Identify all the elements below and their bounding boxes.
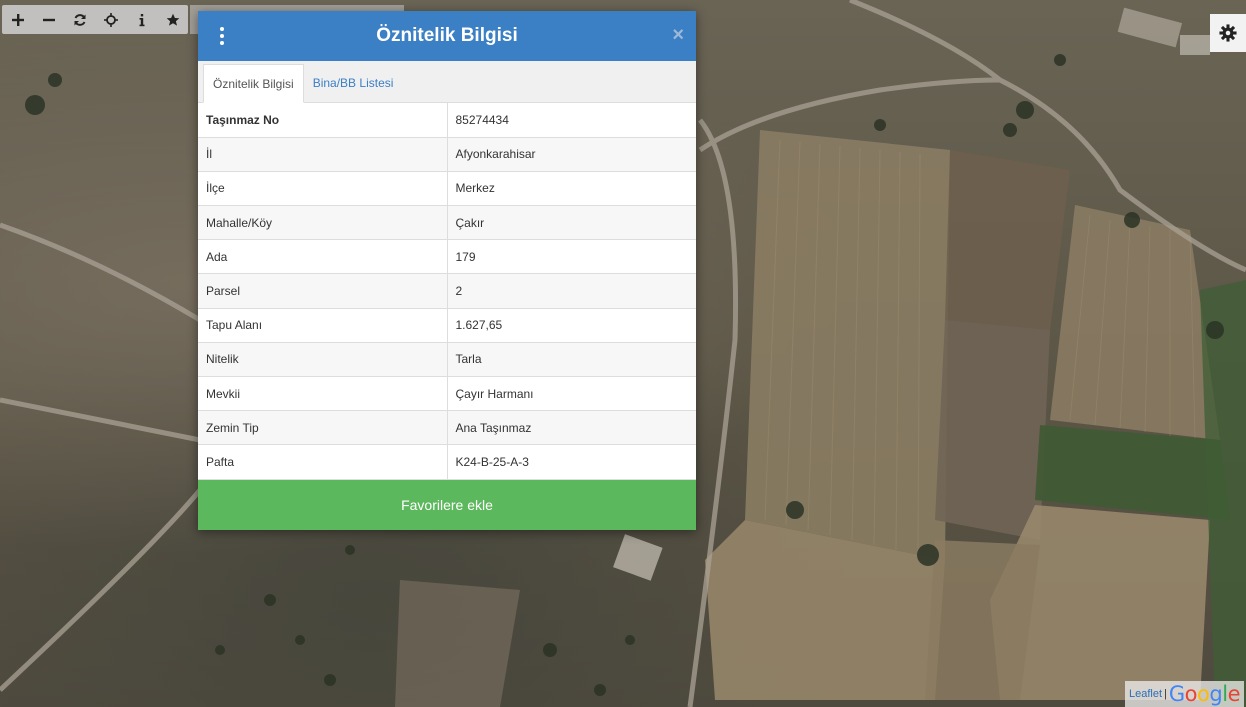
tab-building-list[interactable]: Bina/BB Listesi: [304, 64, 403, 102]
zoom-in-button[interactable]: [2, 5, 33, 34]
table-row: Ada 179: [198, 239, 696, 275]
attribute-key: Parsel: [198, 273, 448, 309]
attribute-value: 2: [447, 273, 696, 309]
table-row: Mevkii Çayır Harmanı: [198, 376, 696, 412]
crosshair-icon: [103, 12, 118, 27]
google-logo-letter: o: [1197, 682, 1210, 706]
attribute-value: 1.627,65: [447, 308, 696, 343]
attribute-key: Mahalle/Köy: [198, 205, 448, 241]
table-row: Taşınmaz No 85274434: [198, 103, 696, 138]
attribute-key: İlçe: [198, 171, 448, 207]
minus-icon: [42, 18, 55, 21]
attribute-key: Ada: [198, 239, 448, 275]
table-row: Tapu Alanı 1.627,65: [198, 308, 696, 343]
attribute-value: 179: [447, 239, 696, 275]
locate-button[interactable]: [95, 5, 126, 34]
table-row: İl Afyonkarahisar: [198, 137, 696, 172]
gear-icon: [1219, 24, 1237, 42]
map-toolbar: [2, 5, 188, 34]
table-row: Nitelik Tarla: [198, 342, 696, 378]
google-logo-letter: o: [1184, 682, 1198, 706]
attribute-key: Tapu Alanı: [198, 308, 448, 343]
zoom-out-button[interactable]: [33, 5, 64, 34]
dialog-menu-button[interactable]: [212, 25, 232, 47]
attribute-key: Pafta: [198, 444, 448, 480]
dialog-tabs: Öznitelik Bilgisi Bina/BB Listesi: [198, 61, 696, 103]
google-logo: Google: [1168, 682, 1241, 706]
attribute-value: 85274434: [447, 103, 696, 138]
attribute-value: K24-B-25-A-3: [447, 444, 696, 480]
attribute-value: Merkez: [447, 171, 696, 207]
star-icon: [166, 13, 179, 26]
dialog-title: Öznitelik Bilgisi: [376, 25, 518, 46]
attribute-key: Mevkii: [198, 376, 448, 412]
attribute-value: Çayır Harmanı: [447, 376, 696, 412]
table-row: İlçe Merkez: [198, 171, 696, 207]
attribute-value: Çakır: [447, 205, 696, 241]
settings-button[interactable]: [1210, 14, 1246, 52]
favorites-button[interactable]: [157, 5, 188, 34]
refresh-icon: [74, 13, 85, 26]
close-button[interactable]: ×: [672, 24, 684, 46]
tab-attribute-info[interactable]: Öznitelik Bilgisi: [203, 64, 304, 103]
attribute-value: Ana Taşınmaz: [447, 410, 696, 446]
table-row: Zemin Tip Ana Taşınmaz: [198, 410, 696, 446]
google-logo-letter: G: [1168, 682, 1185, 706]
dialog-header: Öznitelik Bilgisi ×: [198, 11, 696, 61]
vertical-dots-icon-dot: [220, 41, 224, 45]
attribute-key: Taşınmaz No: [198, 103, 448, 138]
info-icon: [139, 13, 144, 26]
add-to-favorites-button[interactable]: Favorilere ekle: [198, 480, 696, 530]
vertical-dots-icon-dot: [220, 34, 224, 38]
table-row: Parsel 2: [198, 273, 696, 309]
info-button[interactable]: [126, 5, 157, 34]
attribution-separator: |: [1164, 688, 1167, 700]
attribute-value: Tarla: [447, 342, 696, 378]
refresh-button[interactable]: [64, 5, 95, 34]
map-attribution: Leaflet | Google: [1125, 681, 1244, 707]
attribute-value: Afyonkarahisar: [447, 137, 696, 172]
google-logo-letter: e: [1227, 682, 1241, 706]
leaflet-link[interactable]: Leaflet: [1129, 688, 1162, 700]
attribute-key: İl: [198, 137, 448, 172]
table-row: Pafta K24-B-25-A-3: [198, 444, 696, 480]
attribute-table: Taşınmaz No 85274434 İl Afyonkarahisar İlçe M…: [198, 103, 696, 480]
table-row: Mahalle/Köy Çakır: [198, 205, 696, 241]
attribute-info-dialog: Öznitelik Bilgisi × Öznitelik Bilgisi Bi…: [198, 11, 696, 530]
attribute-key: Zemin Tip: [198, 410, 448, 446]
vertical-dots-icon: [220, 27, 224, 31]
plus-icon: [11, 13, 24, 26]
attribute-key: Nitelik: [198, 342, 448, 378]
google-logo-letter: g: [1209, 682, 1223, 706]
